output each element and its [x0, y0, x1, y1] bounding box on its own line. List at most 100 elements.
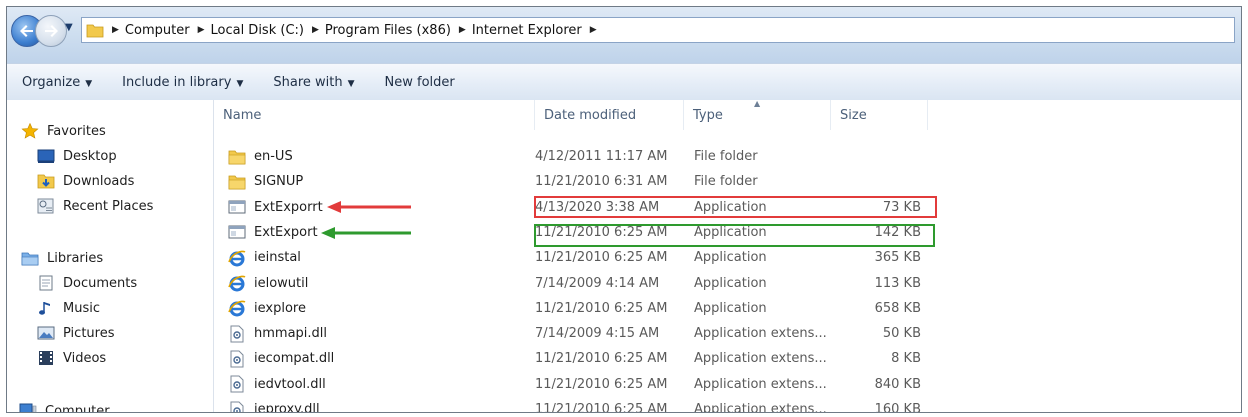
file-date-modified: 4/12/2011 11:17 AM	[535, 149, 668, 164]
nav-downloads-label: Downloads	[63, 173, 135, 189]
column-header-size-label: Size	[840, 107, 867, 123]
chevron-right-icon[interactable]: ▶	[310, 25, 325, 35]
file-name-cell: en-US	[228, 144, 293, 169]
nav-music[interactable]: Music	[37, 297, 100, 319]
file-type: Application	[694, 275, 767, 291]
nav-favorites[interactable]: Favorites	[21, 120, 106, 142]
nav-pictures-label: Pictures	[63, 325, 115, 341]
breadcrumb: ▶ Computer ▶ Local Disk (C:) ▶ Program F…	[110, 18, 603, 42]
file-date-modified: 11/21/2010 6:25 AM	[535, 402, 668, 413]
file-row[interactable]: iexplore 11/21/2010 6:25 AM Application 658…	[214, 296, 934, 321]
file-row[interactable]: en-US 4/12/2011 11:17 AM File folder	[214, 144, 934, 169]
file-size	[831, 169, 921, 194]
nav-videos-label: Videos	[63, 350, 107, 366]
file-name: ExtExport	[254, 224, 318, 240]
nav-computer-label: Computer	[45, 403, 110, 413]
file-type: Application extens...	[694, 376, 827, 392]
nav-pictures[interactable]: Pictures	[37, 322, 114, 344]
chevron-right-icon[interactable]: ▶	[110, 25, 125, 35]
nav-downloads[interactable]: Downloads	[37, 170, 134, 192]
application-icon	[228, 223, 246, 241]
file-type: Application extens...	[694, 402, 827, 413]
internet-explorer-icon	[228, 274, 246, 292]
highlight-box-red	[534, 196, 937, 218]
file-row[interactable]: ielowutil 7/14/2009 4:14 AM Application 113…	[214, 271, 934, 296]
chevron-down-icon: ▼	[236, 78, 244, 89]
share-with-menu[interactable]: Share with ▼	[258, 75, 369, 90]
file-name-cell: iexplore	[228, 296, 306, 321]
recent-pages-dropdown[interactable]: ▼	[65, 22, 73, 33]
file-row[interactable]: hmmapi.dll 7/14/2009 4:15 AM Application e…	[214, 321, 934, 346]
nav-documents[interactable]: Documents	[37, 272, 137, 294]
desktop-icon	[37, 148, 55, 164]
file-date-modified: 11/21/2010 6:25 AM	[535, 300, 668, 316]
file-row[interactable]: iedvtool.dll 11/21/2010 6:25 AM Applicatio…	[214, 372, 934, 397]
column-header-name[interactable]: Name	[214, 100, 535, 130]
nav-libraries-label: Libraries	[47, 250, 104, 266]
file-name: iexplore	[254, 300, 306, 316]
file-name-cell: iedvtool.dll	[228, 372, 326, 397]
file-size: 160 KB	[874, 402, 921, 413]
address-bar[interactable]: ▶ Computer ▶ Local Disk (C:) ▶ Program F…	[81, 17, 1235, 43]
libraries-icon	[21, 250, 39, 266]
dll-file-icon	[228, 401, 246, 412]
folder-icon	[228, 148, 246, 166]
file-name-cell: SIGNUP	[228, 169, 303, 194]
file-type: File folder	[694, 149, 758, 164]
file-name: iedvtool.dll	[254, 376, 326, 392]
column-header-date-label: Date modified	[544, 107, 637, 123]
file-name-cell: ExtExporrt	[228, 195, 323, 220]
column-header-size[interactable]: Size	[831, 100, 928, 130]
nav-recent-places-label: Recent Places	[63, 198, 154, 214]
file-name: ieinstal	[254, 250, 301, 266]
forward-button[interactable]	[35, 15, 67, 47]
nav-favorites-label: Favorites	[47, 123, 106, 139]
downloads-icon	[37, 173, 55, 189]
nav-documents-label: Documents	[63, 275, 138, 291]
breadcrumb-computer[interactable]: Computer	[125, 23, 196, 38]
column-header-date-modified[interactable]: Date modified	[535, 100, 684, 130]
nav-recent-places[interactable]: Recent Places	[37, 195, 153, 217]
file-size: 113 KB	[874, 275, 921, 291]
file-name-cell: ielowutil	[228, 271, 308, 296]
breadcrumb-internet-explorer[interactable]: Internet Explorer	[472, 23, 588, 38]
command-toolbar: Organize ▼ Include in library ▼ Share with…	[7, 63, 1241, 101]
file-name: ieproxy.dll	[254, 402, 320, 413]
breadcrumb-local-disk[interactable]: Local Disk (C:)	[210, 23, 309, 38]
file-type: Application extens...	[694, 326, 827, 342]
file-size: 840 KB	[874, 376, 921, 392]
nav-computer[interactable]: Computer	[19, 400, 110, 413]
breadcrumb-program-files[interactable]: Program Files (x86)	[325, 23, 457, 38]
folder-icon	[228, 173, 246, 191]
file-date-modified: 11/21/2010 6:25 AM	[535, 351, 668, 367]
back-arrow-icon	[20, 25, 33, 37]
column-header-type[interactable]: ▲ Type	[684, 99, 831, 130]
file-name-cell: ieinstal	[228, 245, 301, 270]
chevron-right-icon[interactable]: ▶	[196, 25, 211, 35]
include-in-library-menu[interactable]: Include in library ▼	[107, 75, 258, 90]
file-row[interactable]: ieinstal 11/21/2010 6:25 AM Application 365…	[214, 245, 934, 270]
new-folder-button[interactable]: New folder	[370, 75, 470, 90]
nav-desktop[interactable]: Desktop	[37, 145, 117, 167]
documents-icon	[37, 275, 55, 291]
file-type: Application	[694, 250, 767, 266]
file-row[interactable]: ieproxy.dll 11/21/2010 6:25 AM Application…	[214, 397, 934, 413]
file-name-cell: iecompat.dll	[228, 346, 334, 371]
file-name-cell: ExtExport	[228, 220, 318, 245]
file-row[interactable]: SIGNUP 11/21/2010 6:31 AM File folder	[214, 169, 934, 194]
chevron-right-icon[interactable]: ▶	[457, 25, 472, 35]
file-row[interactable]: iecompat.dll 11/21/2010 6:25 AM Applicatio…	[214, 346, 934, 371]
chevron-right-icon[interactable]: ▶	[588, 25, 603, 35]
nav-libraries[interactable]: Libraries	[21, 247, 103, 269]
file-name: ExtExporrt	[254, 199, 323, 215]
chevron-down-icon: ▼	[347, 78, 355, 89]
file-name: en-US	[254, 149, 293, 164]
organize-menu[interactable]: Organize ▼	[7, 75, 107, 90]
internet-explorer-icon	[228, 249, 246, 267]
folder-icon	[86, 22, 104, 41]
file-name: hmmapi.dll	[254, 326, 328, 342]
sort-ascending-icon: ▲	[754, 99, 761, 108]
application-icon	[228, 198, 246, 216]
navigation-pane: Favorites Desktop Downloads Recent Place…	[7, 100, 214, 412]
nav-videos[interactable]: Videos	[37, 347, 106, 369]
